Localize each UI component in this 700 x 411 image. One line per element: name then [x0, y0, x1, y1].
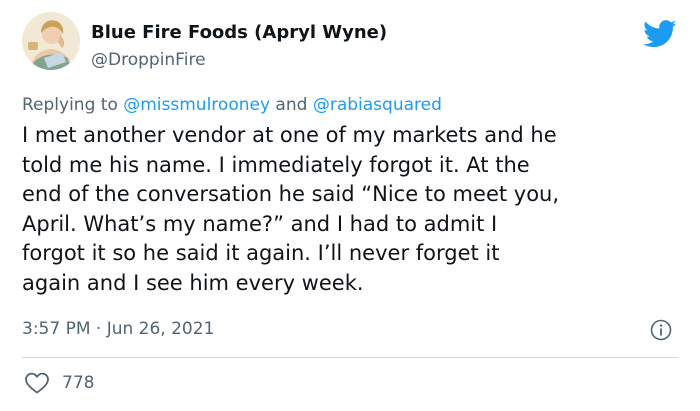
info-icon[interactable] [650, 319, 672, 341]
timestamp[interactable]: 3:57 PM · Jun 26, 2021 [22, 319, 214, 339]
tweet-text-line: again and I see him every week. [22, 270, 364, 295]
divider [22, 357, 678, 358]
tweet-text-line: April. What’s my name?” and I had to adm… [22, 211, 498, 236]
twitter-bird-icon[interactable] [643, 20, 677, 48]
tweet-text-line: I met another vendor at one of my market… [22, 123, 557, 147]
like-button[interactable]: 778 [24, 371, 94, 395]
avatar[interactable] [22, 12, 80, 70]
tweet-text-line: forgot it so he said it again. I’ll neve… [22, 241, 500, 265]
reply-conjunction: and [270, 95, 313, 115]
tweet-text-line: end of the conversation he said “Nice to… [22, 182, 560, 206]
tweet-text: I met another vendor at one of my market… [22, 121, 682, 298]
tweet-card: Blue Fire Foods (Apryl Wyne) @DroppinFir… [0, 0, 700, 411]
heart-icon[interactable] [24, 371, 50, 395]
handle[interactable]: @DroppinFire [91, 50, 206, 70]
mention-missmulrooney[interactable]: @missmulrooney [123, 95, 270, 115]
like-count: 778 [62, 373, 95, 393]
reply-prefix: Replying to [22, 95, 124, 115]
mention-rabiasquared[interactable]: @rabiasquared [313, 95, 442, 115]
reply-context: Replying to @missmulrooney and @rabiasqu… [22, 95, 442, 115]
tweet-text-line: told me his name. I immediately forgot i… [22, 152, 530, 177]
display-name[interactable]: Blue Fire Foods (Apryl Wyne) [91, 22, 387, 43]
